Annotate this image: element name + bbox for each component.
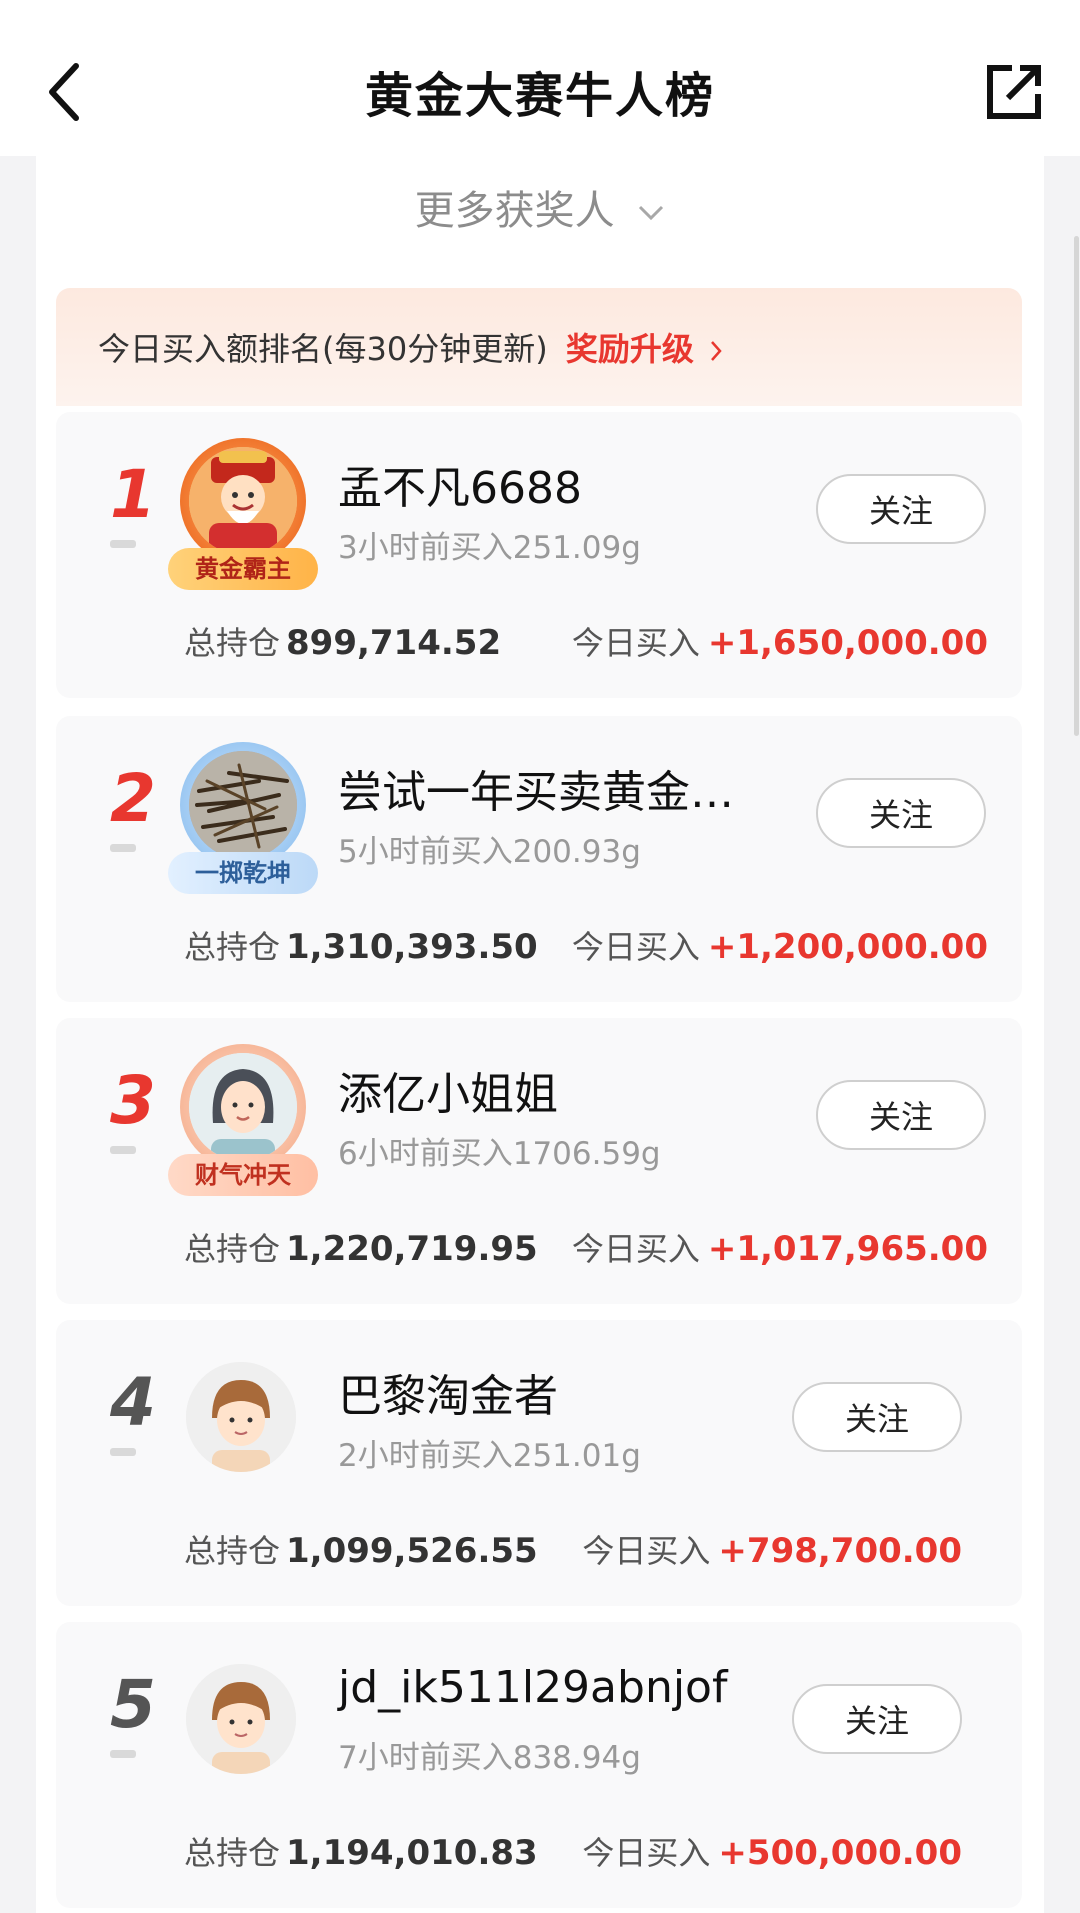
more-winners-label: 更多获奖人: [414, 188, 615, 234]
today-buy-row: 今日买入 +1,017,965.00: [572, 1224, 988, 1270]
rank-number: 1: [110, 456, 156, 533]
avatar[interactable]: 财气冲天: [168, 1040, 318, 1196]
ranking-description: 今日买入额排名(每30分钟更新): [98, 330, 548, 368]
avatar[interactable]: [186, 1362, 296, 1472]
today-buy-row: 今日买入 +798,700.00: [582, 1526, 962, 1572]
title-badge: 一掷乾坤: [168, 852, 318, 894]
title-badge: 财气冲天: [168, 1154, 318, 1196]
rank-number: 5: [110, 1666, 156, 1743]
holdings-row: 总持仓 1,099,526.55: [184, 1526, 538, 1572]
default-user-avatar-icon: [186, 1664, 296, 1774]
scrollbar[interactable]: [1074, 236, 1079, 736]
holdings-label: 总持仓: [184, 928, 281, 966]
rank-number: 2: [110, 760, 156, 837]
follow-button[interactable]: 关注: [792, 1382, 962, 1452]
rank-number: 4: [110, 1364, 156, 1441]
today-buy-value: +1,017,965.00: [707, 1229, 988, 1269]
last-buy-info: 7小时前买入838.94g: [338, 1740, 641, 1776]
chevron-right-icon: [711, 341, 722, 361]
silver-medal-frame: [180, 742, 306, 868]
reward-upgrade-link[interactable]: 奖励升级: [566, 330, 723, 368]
leader-card[interactable]: 5 jd_ik511l29abnjof 7小时前买入838.94g 关注 总持仓…: [56, 1622, 1022, 1908]
leader-card[interactable]: 4 巴黎淘金者 2小时前买入251.01g 关注 总持仓 1,099,526.55…: [56, 1320, 1022, 1606]
holdings-value: 1,099,526.55: [286, 1531, 538, 1571]
bronze-medal-frame: [180, 1044, 306, 1170]
today-buy-value: +798,700.00: [718, 1531, 962, 1571]
user-name[interactable]: 添亿小姐姐: [338, 1058, 558, 1122]
girl-avatar-icon: [189, 1053, 297, 1161]
user-name[interactable]: 孟不凡6688: [338, 452, 582, 516]
more-winners-toggle[interactable]: 更多获奖人: [0, 178, 1080, 236]
holdings-value: 899,714.52: [286, 623, 502, 663]
share-icon[interactable]: [984, 62, 1044, 122]
today-buy-value: +500,000.00: [718, 1833, 962, 1873]
holdings-row: 总持仓 899,714.52: [184, 618, 501, 664]
rank-underline: [110, 540, 136, 548]
leader-card[interactable]: 3 财气冲天 添亿小姐姐 6小时前买入1706.59g 关注 总持仓 1,220,…: [56, 1018, 1022, 1304]
avatar[interactable]: [186, 1664, 296, 1774]
ranking-banner: 今日买入额排名(每30分钟更新) 奖励升级: [56, 288, 1022, 406]
chevron-down-icon: [639, 205, 664, 221]
today-buy-value: +1,200,000.00: [707, 927, 988, 967]
title-badge: 黄金霸主: [168, 548, 318, 590]
gold-medal-frame: [180, 438, 306, 564]
follow-button[interactable]: 关注: [816, 474, 986, 544]
user-name[interactable]: 尝试一年买卖黄金…: [338, 756, 734, 820]
rank-underline: [110, 1146, 136, 1154]
avatar[interactable]: 黄金霸主: [168, 434, 318, 590]
user-name[interactable]: jd_ik511l29abnjof: [338, 1662, 727, 1713]
last-buy-info: 5小时前买入200.93g: [338, 834, 641, 870]
rank-number: 3: [110, 1062, 156, 1139]
rank-underline: [110, 1448, 136, 1456]
last-buy-info: 3小时前买入251.09g: [338, 530, 641, 566]
holdings-label: 总持仓: [184, 1834, 281, 1872]
follow-button[interactable]: 关注: [816, 1080, 986, 1150]
today-buy-label: 今日买入: [571, 624, 700, 662]
holdings-label: 总持仓: [184, 624, 281, 662]
holdings-row: 总持仓 1,310,393.50: [184, 922, 538, 968]
leader-card[interactable]: 2 一掷乾坤 尝试一年买卖黄金… 5小时前买入200.93g 关注 总持仓 1,3…: [56, 716, 1022, 1002]
last-buy-info: 6小时前买入1706.59g: [338, 1136, 661, 1172]
holdings-row: 总持仓 1,194,010.83: [184, 1828, 538, 1874]
last-buy-info: 2小时前买入251.01g: [338, 1438, 641, 1474]
default-user-avatar-icon: [186, 1362, 296, 1472]
avatar[interactable]: 一掷乾坤: [168, 738, 318, 894]
today-buy-label: 今日买入: [582, 1834, 711, 1872]
top-bar: 黄金大赛牛人榜: [0, 0, 1080, 156]
reward-upgrade-label: 奖励升级: [565, 330, 694, 368]
rank-underline: [110, 844, 136, 852]
holdings-value: 1,220,719.95: [286, 1229, 538, 1269]
today-buy-row: 今日买入 +500,000.00: [582, 1828, 962, 1874]
follow-button[interactable]: 关注: [792, 1684, 962, 1754]
leader-card[interactable]: 1 黄金霸主 孟不凡6688 3小时前买入251.09g 关注 总持仓 899,…: [56, 412, 1022, 698]
today-buy-value: +1,650,000.00: [707, 623, 988, 663]
tea-leaves-avatar-icon: [189, 751, 297, 859]
holdings-row: 总持仓 1,220,719.95: [184, 1224, 538, 1270]
rank-underline: [110, 1750, 136, 1758]
holdings-value: 1,310,393.50: [286, 927, 538, 967]
today-buy-row: 今日买入 +1,200,000.00: [572, 922, 988, 968]
today-buy-row: 今日买入 +1,650,000.00: [572, 618, 988, 664]
today-buy-label: 今日买入: [571, 1230, 700, 1268]
holdings-label: 总持仓: [184, 1230, 281, 1268]
holdings-label: 总持仓: [184, 1532, 281, 1570]
today-buy-label: 今日买入: [582, 1532, 711, 1570]
holdings-value: 1,194,010.83: [286, 1833, 538, 1873]
user-name[interactable]: 巴黎淘金者: [338, 1360, 558, 1424]
today-buy-label: 今日买入: [571, 928, 700, 966]
page-title: 黄金大赛牛人榜: [364, 68, 715, 124]
follow-button[interactable]: 关注: [816, 778, 986, 848]
fortune-god-avatar-icon: [189, 447, 297, 555]
